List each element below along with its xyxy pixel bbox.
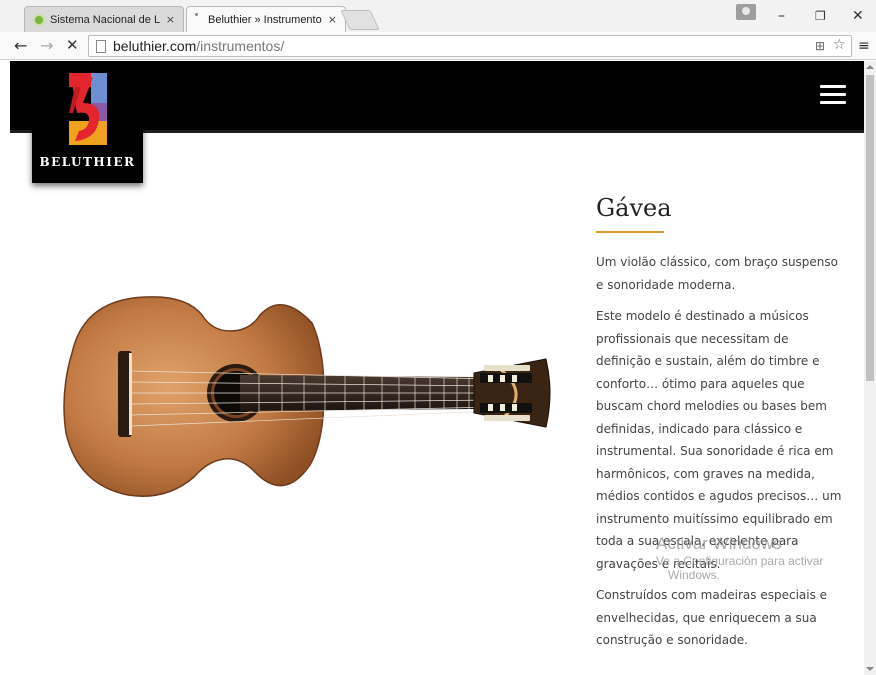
site-favicon-icon xyxy=(33,13,45,26)
watermark-subtitle-cont: Windows. xyxy=(668,568,721,582)
tab-sistema-nacional[interactable]: Sistema Nacional de Luthe × xyxy=(24,6,184,32)
url-domain: beluthier.com xyxy=(113,38,197,54)
browser-tab-strip: Sistema Nacional de Luthe × Beluthier » … xyxy=(0,0,876,32)
product-title: Gávea xyxy=(596,194,672,222)
product-paragraph: Um violão clássico, com braço suspenso e… xyxy=(596,255,839,292)
product-description: Gávea Um violão clássico, com braço susp… xyxy=(596,191,846,661)
guitar-image xyxy=(63,296,551,497)
bookmark-star-icon[interactable]: ☆ xyxy=(833,37,846,53)
windows-activation-watermark: Activar Windows Ve a Configuración para … xyxy=(656,534,823,582)
stop-loading-icon[interactable]: ✕ xyxy=(66,36,79,54)
tab-close-icon[interactable]: × xyxy=(328,13,337,26)
close-window-button[interactable]: ✕ xyxy=(852,8,864,24)
loading-icon xyxy=(195,13,198,16)
product-paragraph: Construídos com madeiras especiais e env… xyxy=(596,588,828,647)
scroll-up-icon[interactable] xyxy=(866,65,874,69)
logo-text: BELUTHIER xyxy=(39,155,136,169)
new-tab-button[interactable] xyxy=(340,10,380,30)
watermark-title: Activar Windows xyxy=(656,534,782,553)
tab-title: Sistema Nacional de Luthe xyxy=(50,13,160,26)
page-icon xyxy=(96,40,106,53)
address-bar[interactable]: beluthier.com/instrumentos/ ⊞ ☆ xyxy=(88,35,852,57)
back-arrow-icon[interactable]: ← xyxy=(14,36,27,55)
title-divider xyxy=(596,231,664,233)
hamburger-menu-icon[interactable] xyxy=(820,85,846,105)
page-scrollbar[interactable] xyxy=(864,61,876,675)
url-text[interactable]: beluthier.com/instrumentos/ xyxy=(113,38,284,54)
url-path: /instrumentos/ xyxy=(196,38,285,54)
profile-icon[interactable] xyxy=(736,4,756,20)
browser-menu-icon[interactable]: ≡ xyxy=(858,38,870,54)
scroll-down-icon[interactable] xyxy=(866,667,874,671)
logo-mark-icon xyxy=(69,73,107,145)
page-viewport: BELUTHIER Gávea Um violão clássico, com … xyxy=(10,61,864,675)
translate-icon[interactable]: ⊞ xyxy=(815,39,825,53)
watermark-subtitle: Ve a Configuración para activar xyxy=(656,554,824,568)
maximize-button[interactable]: ❐ xyxy=(815,9,826,23)
forward-arrow-icon[interactable]: → xyxy=(40,36,53,55)
scrollbar-thumb[interactable] xyxy=(866,75,874,381)
browser-toolbar: ← → ✕ beluthier.com/instrumentos/ ⊞ ☆ ≡ xyxy=(0,32,876,60)
tab-title: Beluthier » Instrumentos xyxy=(208,13,322,26)
minimize-button[interactable]: – xyxy=(778,8,785,24)
site-logo[interactable]: BELUTHIER xyxy=(32,61,143,183)
tab-close-icon[interactable]: × xyxy=(166,13,175,26)
tab-beluthier[interactable]: Beluthier » Instrumentos × xyxy=(186,6,346,32)
